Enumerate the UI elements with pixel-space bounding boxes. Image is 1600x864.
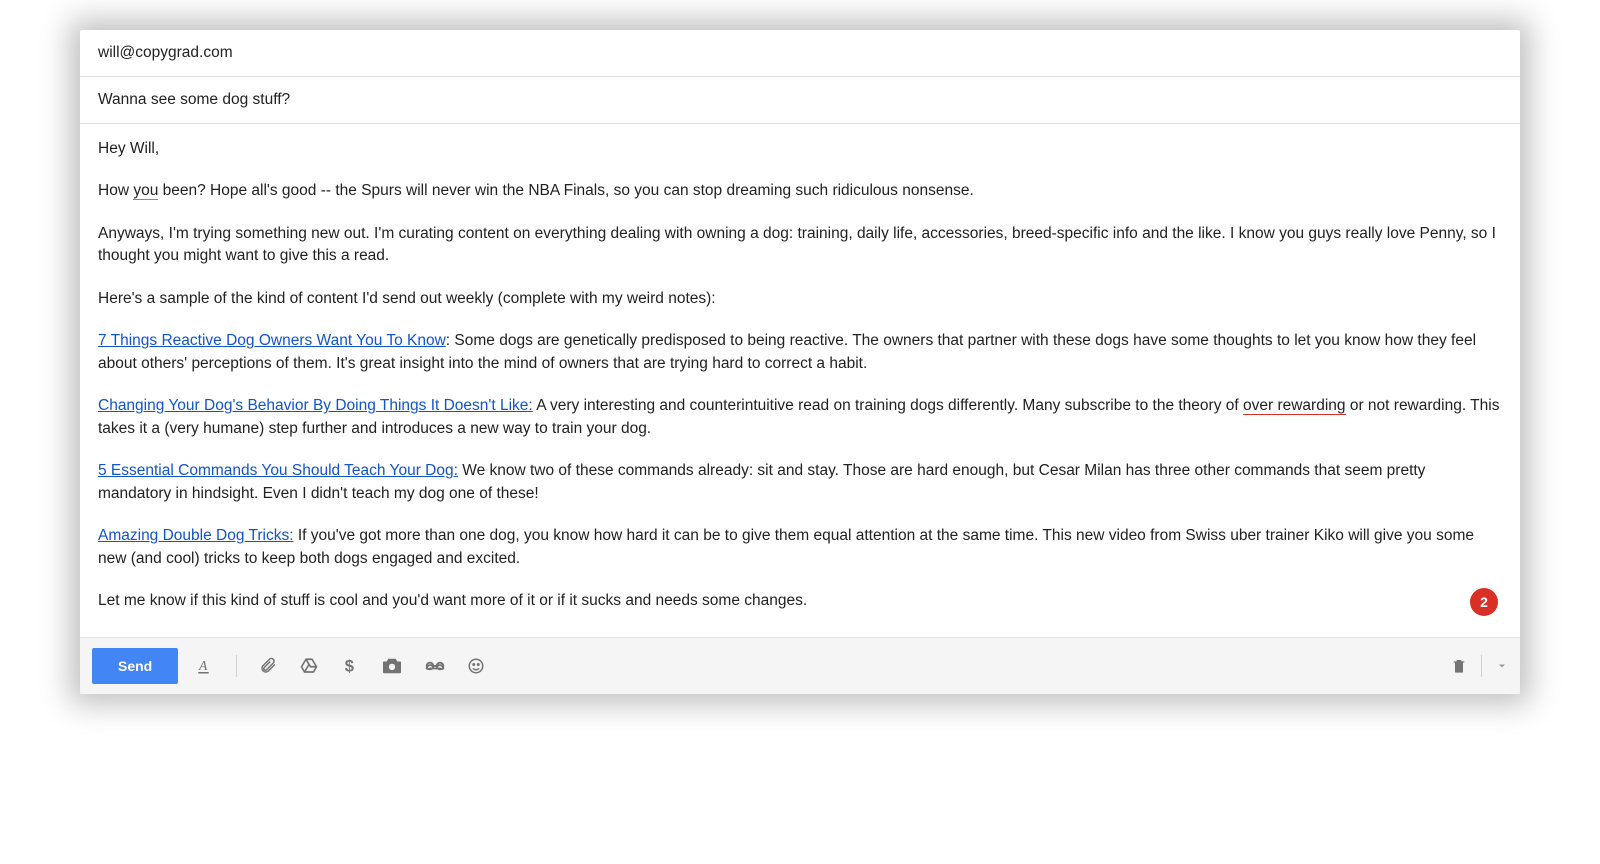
- body-paragraph: Here's a sample of the kind of content I…: [98, 288, 1502, 310]
- link-icon[interactable]: [425, 660, 445, 672]
- compose-window: will@copygrad.com Wanna see some dog stu…: [80, 30, 1520, 694]
- compose-toolbar: Send A $: [80, 637, 1520, 694]
- content-item: 7 Things Reactive Dog Owners Want You To…: [98, 330, 1502, 375]
- spellcheck-word: you: [133, 182, 158, 200]
- send-button[interactable]: Send: [92, 648, 178, 684]
- notification-badge[interactable]: 2: [1470, 588, 1498, 616]
- content-item: Changing Your Dog's Behavior By Doing Th…: [98, 395, 1502, 440]
- content-link[interactable]: 7 Things Reactive Dog Owners Want You To…: [98, 332, 446, 349]
- emoji-icon[interactable]: [467, 657, 485, 675]
- attach-icon[interactable]: [259, 656, 277, 676]
- formatting-icon[interactable]: A: [196, 657, 214, 675]
- body-closing: Let me know if this kind of stuff is coo…: [98, 590, 1502, 612]
- svg-text:A: A: [198, 657, 208, 672]
- subject-field[interactable]: Wanna see some dog stuff?: [80, 77, 1520, 124]
- discard-icon[interactable]: [1451, 657, 1467, 675]
- body-paragraph: How you been? Hope all's good -- the Spu…: [98, 180, 1502, 202]
- message-body[interactable]: Hey Will, How you been? Hope all's good …: [80, 124, 1520, 637]
- content-link[interactable]: 5 Essential Commands You Should Teach Yo…: [98, 462, 458, 479]
- content-link[interactable]: Changing Your Dog's Behavior By Doing Th…: [98, 397, 533, 414]
- body-greeting: Hey Will,: [98, 138, 1502, 160]
- content-link[interactable]: Amazing Double Dog Tricks:: [98, 527, 294, 544]
- body-paragraph: Anyways, I'm trying something new out. I…: [98, 223, 1502, 268]
- money-icon[interactable]: $: [341, 656, 359, 676]
- divider: [1481, 655, 1482, 677]
- content-item: Amazing Double Dog Tricks: If you've got…: [98, 525, 1502, 570]
- divider: [236, 655, 237, 677]
- svg-text:$: $: [345, 657, 354, 675]
- photo-icon[interactable]: [381, 657, 403, 675]
- content-item: 5 Essential Commands You Should Teach Yo…: [98, 460, 1502, 505]
- more-options-icon[interactable]: [1496, 660, 1508, 672]
- drive-icon[interactable]: [299, 657, 319, 675]
- spellcheck-word: over rewarding: [1243, 397, 1346, 415]
- to-field[interactable]: will@copygrad.com: [80, 30, 1520, 77]
